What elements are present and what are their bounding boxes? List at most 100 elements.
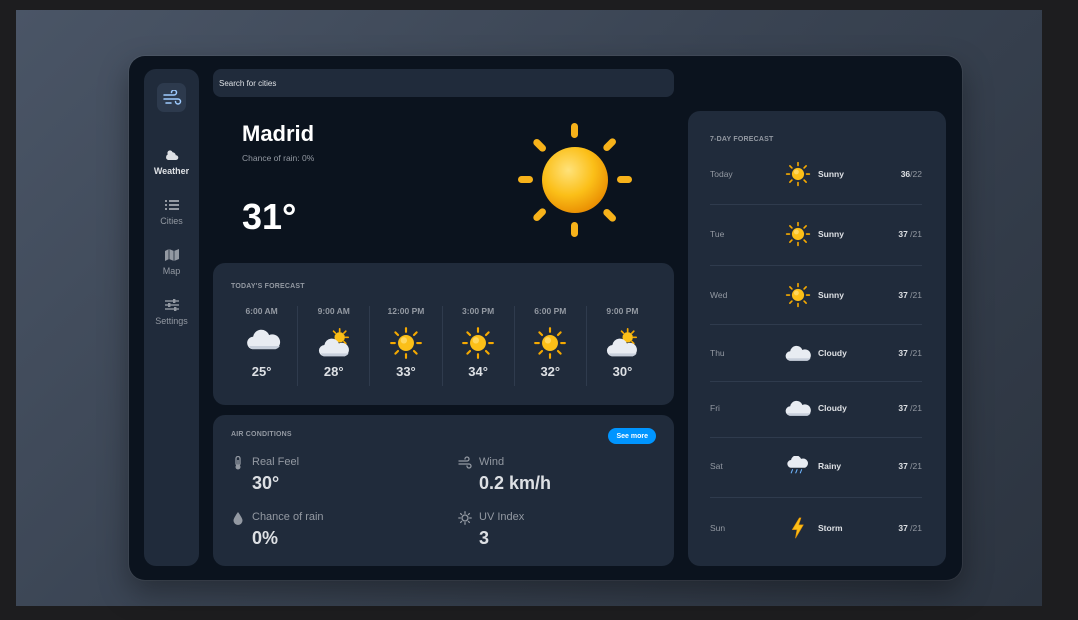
row-divider xyxy=(710,497,922,498)
sidebar-item-label: Weather xyxy=(153,166,190,176)
real-feel-condition: Real Feel 30° xyxy=(231,455,411,499)
forecast-day-row: Sat Rainy 37 /21 xyxy=(710,453,922,479)
day-high: 37 xyxy=(898,290,908,300)
day-temperature-range: 37 /21 xyxy=(898,523,922,533)
backdrop: Weather Cities Map Settings Search for c… xyxy=(16,10,1042,606)
hour-time: 9:00 AM xyxy=(317,306,350,316)
thermometer-icon xyxy=(235,456,241,470)
row-divider xyxy=(710,265,922,266)
lightning-icon xyxy=(780,515,816,541)
section-title: TODAY'S FORECAST xyxy=(231,283,305,290)
wind-logo-icon xyxy=(162,89,181,105)
condition-value: 30° xyxy=(252,473,280,493)
map-icon xyxy=(164,249,179,261)
sidebar-item-label: Map xyxy=(162,266,181,276)
day-high: 37 xyxy=(898,461,908,471)
day-temperature-range: 37 /21 xyxy=(898,348,922,358)
partly-cloudy-icon xyxy=(605,326,639,358)
hour-time: 6:00 AM xyxy=(245,306,278,316)
rain-cloud-icon xyxy=(780,453,816,479)
condition-value: 0.2 km/h xyxy=(479,473,552,493)
condition-label: Real Feel xyxy=(252,456,300,468)
list-icon xyxy=(164,200,179,210)
day-low: /21 xyxy=(907,290,922,300)
day-low: /21 xyxy=(907,229,922,239)
sun-icon xyxy=(461,326,495,359)
hour-time: 12:00 PM xyxy=(387,306,425,316)
weather-app-window: Weather Cities Map Settings Search for c… xyxy=(129,56,962,580)
sun-icon xyxy=(518,123,632,237)
day-temperature-range: 37 /21 xyxy=(898,229,922,239)
forecast-day-row: Today Sunny 36/22 xyxy=(710,161,922,187)
condition-label: Chance of rain xyxy=(252,511,324,523)
day-name: Thu xyxy=(710,348,725,358)
app-logo[interactable] xyxy=(157,83,186,112)
hour-temperature: 34° xyxy=(468,364,488,379)
forecast-day-row: Sun Storm 37 /21 xyxy=(710,515,922,541)
city-name: Madrid xyxy=(242,121,315,146)
day-high: 37 xyxy=(898,348,908,358)
forecast-day-row: Wed Sunny 37 /21 xyxy=(710,282,922,308)
day-temperature-range: 37 /21 xyxy=(898,290,922,300)
row-divider xyxy=(710,381,922,382)
sidebar-item-settings[interactable]: Settings xyxy=(144,297,199,326)
day-low: /21 xyxy=(907,523,922,533)
sidebar-item-cities[interactable]: Cities xyxy=(144,197,199,226)
day-name: Tue xyxy=(710,229,725,239)
day-condition: Storm xyxy=(818,523,843,533)
hour-time: 9:00 PM xyxy=(606,306,639,316)
hour-temperature: 32° xyxy=(540,364,561,379)
see-more-button[interactable]: See more xyxy=(608,428,656,444)
sun-outline-icon xyxy=(458,511,472,525)
sun-icon xyxy=(389,326,423,359)
current-temperature: 31° xyxy=(242,196,297,237)
sidebar-item-label: Cities xyxy=(160,216,183,226)
row-divider xyxy=(710,324,922,325)
hour-temperature: 28° xyxy=(323,364,344,379)
day-condition: Sunny xyxy=(818,229,844,239)
row-divider xyxy=(710,204,922,205)
sidebar: Weather Cities Map Settings xyxy=(144,69,199,566)
sidebar-item-weather[interactable]: Weather xyxy=(144,147,199,176)
condition-label: UV Index xyxy=(479,511,525,523)
day-name: Sun xyxy=(710,523,726,533)
day-name: Wed xyxy=(710,290,728,300)
day-high: 37 xyxy=(898,523,908,533)
sun-icon xyxy=(780,282,816,308)
cloud-sun-icon xyxy=(165,150,178,160)
condition-value: 3 xyxy=(479,528,490,548)
day-temperature-range: 36/22 xyxy=(901,169,922,179)
rain-chance-subtitle: Chance of rain: 0% xyxy=(242,153,315,163)
chance-of-rain-condition: Chance of rain 0% xyxy=(231,510,411,554)
forecast-day-row: Tue Sunny 37 /21 xyxy=(710,221,922,247)
sliders-icon xyxy=(164,299,179,311)
wind-condition: Wind 0.2 km/h xyxy=(458,455,638,499)
hourly-forecast-item: 6:00 AM 25° xyxy=(226,306,297,386)
search-input[interactable] xyxy=(213,69,674,97)
hour-time: 6:00 PM xyxy=(534,306,567,316)
day-low: /22 xyxy=(910,169,922,179)
day-condition: Cloudy xyxy=(818,403,847,413)
hourly-forecast-list: 6:00 AM 25° 9:00 AM 28° 12:00 PM 33° 3:0… xyxy=(226,306,658,386)
water-drop-icon xyxy=(233,512,243,525)
day-high: 36 xyxy=(900,169,911,179)
day-condition: Sunny xyxy=(818,169,844,179)
day-high: 37 xyxy=(898,403,908,413)
cloud-icon xyxy=(245,326,280,358)
forecast-day-row: Thu Cloudy 37 /21 xyxy=(710,340,922,366)
hourly-forecast-item: 9:00 AM 28° xyxy=(297,306,369,386)
hour-temperature: 30° xyxy=(612,364,633,379)
row-divider xyxy=(710,437,922,438)
section-title: AIR CONDITIONS xyxy=(231,431,292,438)
hour-temperature: 33° xyxy=(396,364,416,379)
sidebar-item-label: Settings xyxy=(155,316,188,326)
air-conditions-panel: AIR CONDITIONS See more Real Feel 30° Wi… xyxy=(213,415,674,566)
day-low: /21 xyxy=(907,461,922,471)
hour-time: 3:00 PM xyxy=(462,306,495,316)
day-name: Sat xyxy=(710,461,723,471)
day-condition: Sunny xyxy=(818,290,844,300)
wind-icon xyxy=(458,456,472,469)
todays-forecast-panel: TODAY'S FORECAST 6:00 AM 25° 9:00 AM 28°… xyxy=(213,263,674,405)
day-high: 37 xyxy=(898,229,908,239)
sidebar-item-map[interactable]: Map xyxy=(144,247,199,276)
